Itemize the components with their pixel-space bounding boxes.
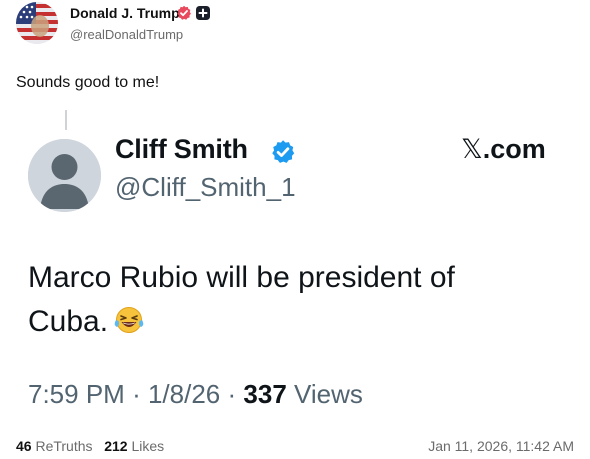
quote-author-handle: @Cliff_Smith_1 — [115, 172, 296, 202]
author-avatar[interactable] — [16, 2, 58, 44]
separator: · — [227, 379, 237, 409]
retruths-label: ReTruths — [35, 438, 93, 454]
separator: · — [132, 379, 141, 409]
author-handle[interactable]: @realDonaldTrump — [70, 27, 183, 42]
flag-avatar-icon — [16, 2, 58, 44]
x-logo-icon: 𝕏 — [461, 134, 483, 165]
laughing-emoji-icon — [114, 303, 144, 347]
quote-time: 7:59 PM — [28, 379, 125, 409]
brand-domain: .com — [482, 134, 546, 164]
default-avatar-icon — [28, 139, 101, 212]
views-count: 337 — [243, 379, 287, 409]
verified-badge-icon — [176, 5, 192, 21]
quote-divider — [65, 110, 67, 130]
quote-text-content: Marco Rubio will be president of Cuba. — [28, 261, 455, 338]
post-timestamp[interactable]: Jan 11, 2026, 11:42 AM — [428, 438, 574, 454]
quote-date: 1/8/26 — [147, 379, 221, 409]
plus-badge-icon — [195, 5, 211, 21]
likes-count: 212 — [104, 438, 128, 454]
quote-text: Marco Rubio will be president of Cuba. — [28, 256, 528, 347]
likes-label: Likes — [131, 438, 165, 454]
post-text: Sounds good to me! — [16, 74, 160, 91]
brand-label: 𝕏.com — [461, 134, 546, 165]
quote-metadata: 7:59 PM · 1/8/26 · 337 Views — [28, 379, 363, 410]
retruths-count: 46 — [16, 438, 32, 454]
retruths-link[interactable]: 46 ReTruths — [16, 438, 93, 454]
quote-author-name: Cliff Smith — [115, 134, 248, 164]
author-name[interactable]: Donald J. Trump — [70, 5, 180, 21]
verified-badge-icon — [270, 139, 296, 165]
engagement-stats: 46 ReTruths 212 Likes — [16, 438, 164, 454]
views-label: Views — [294, 379, 363, 409]
likes-link[interactable]: 212 Likes — [104, 438, 164, 454]
